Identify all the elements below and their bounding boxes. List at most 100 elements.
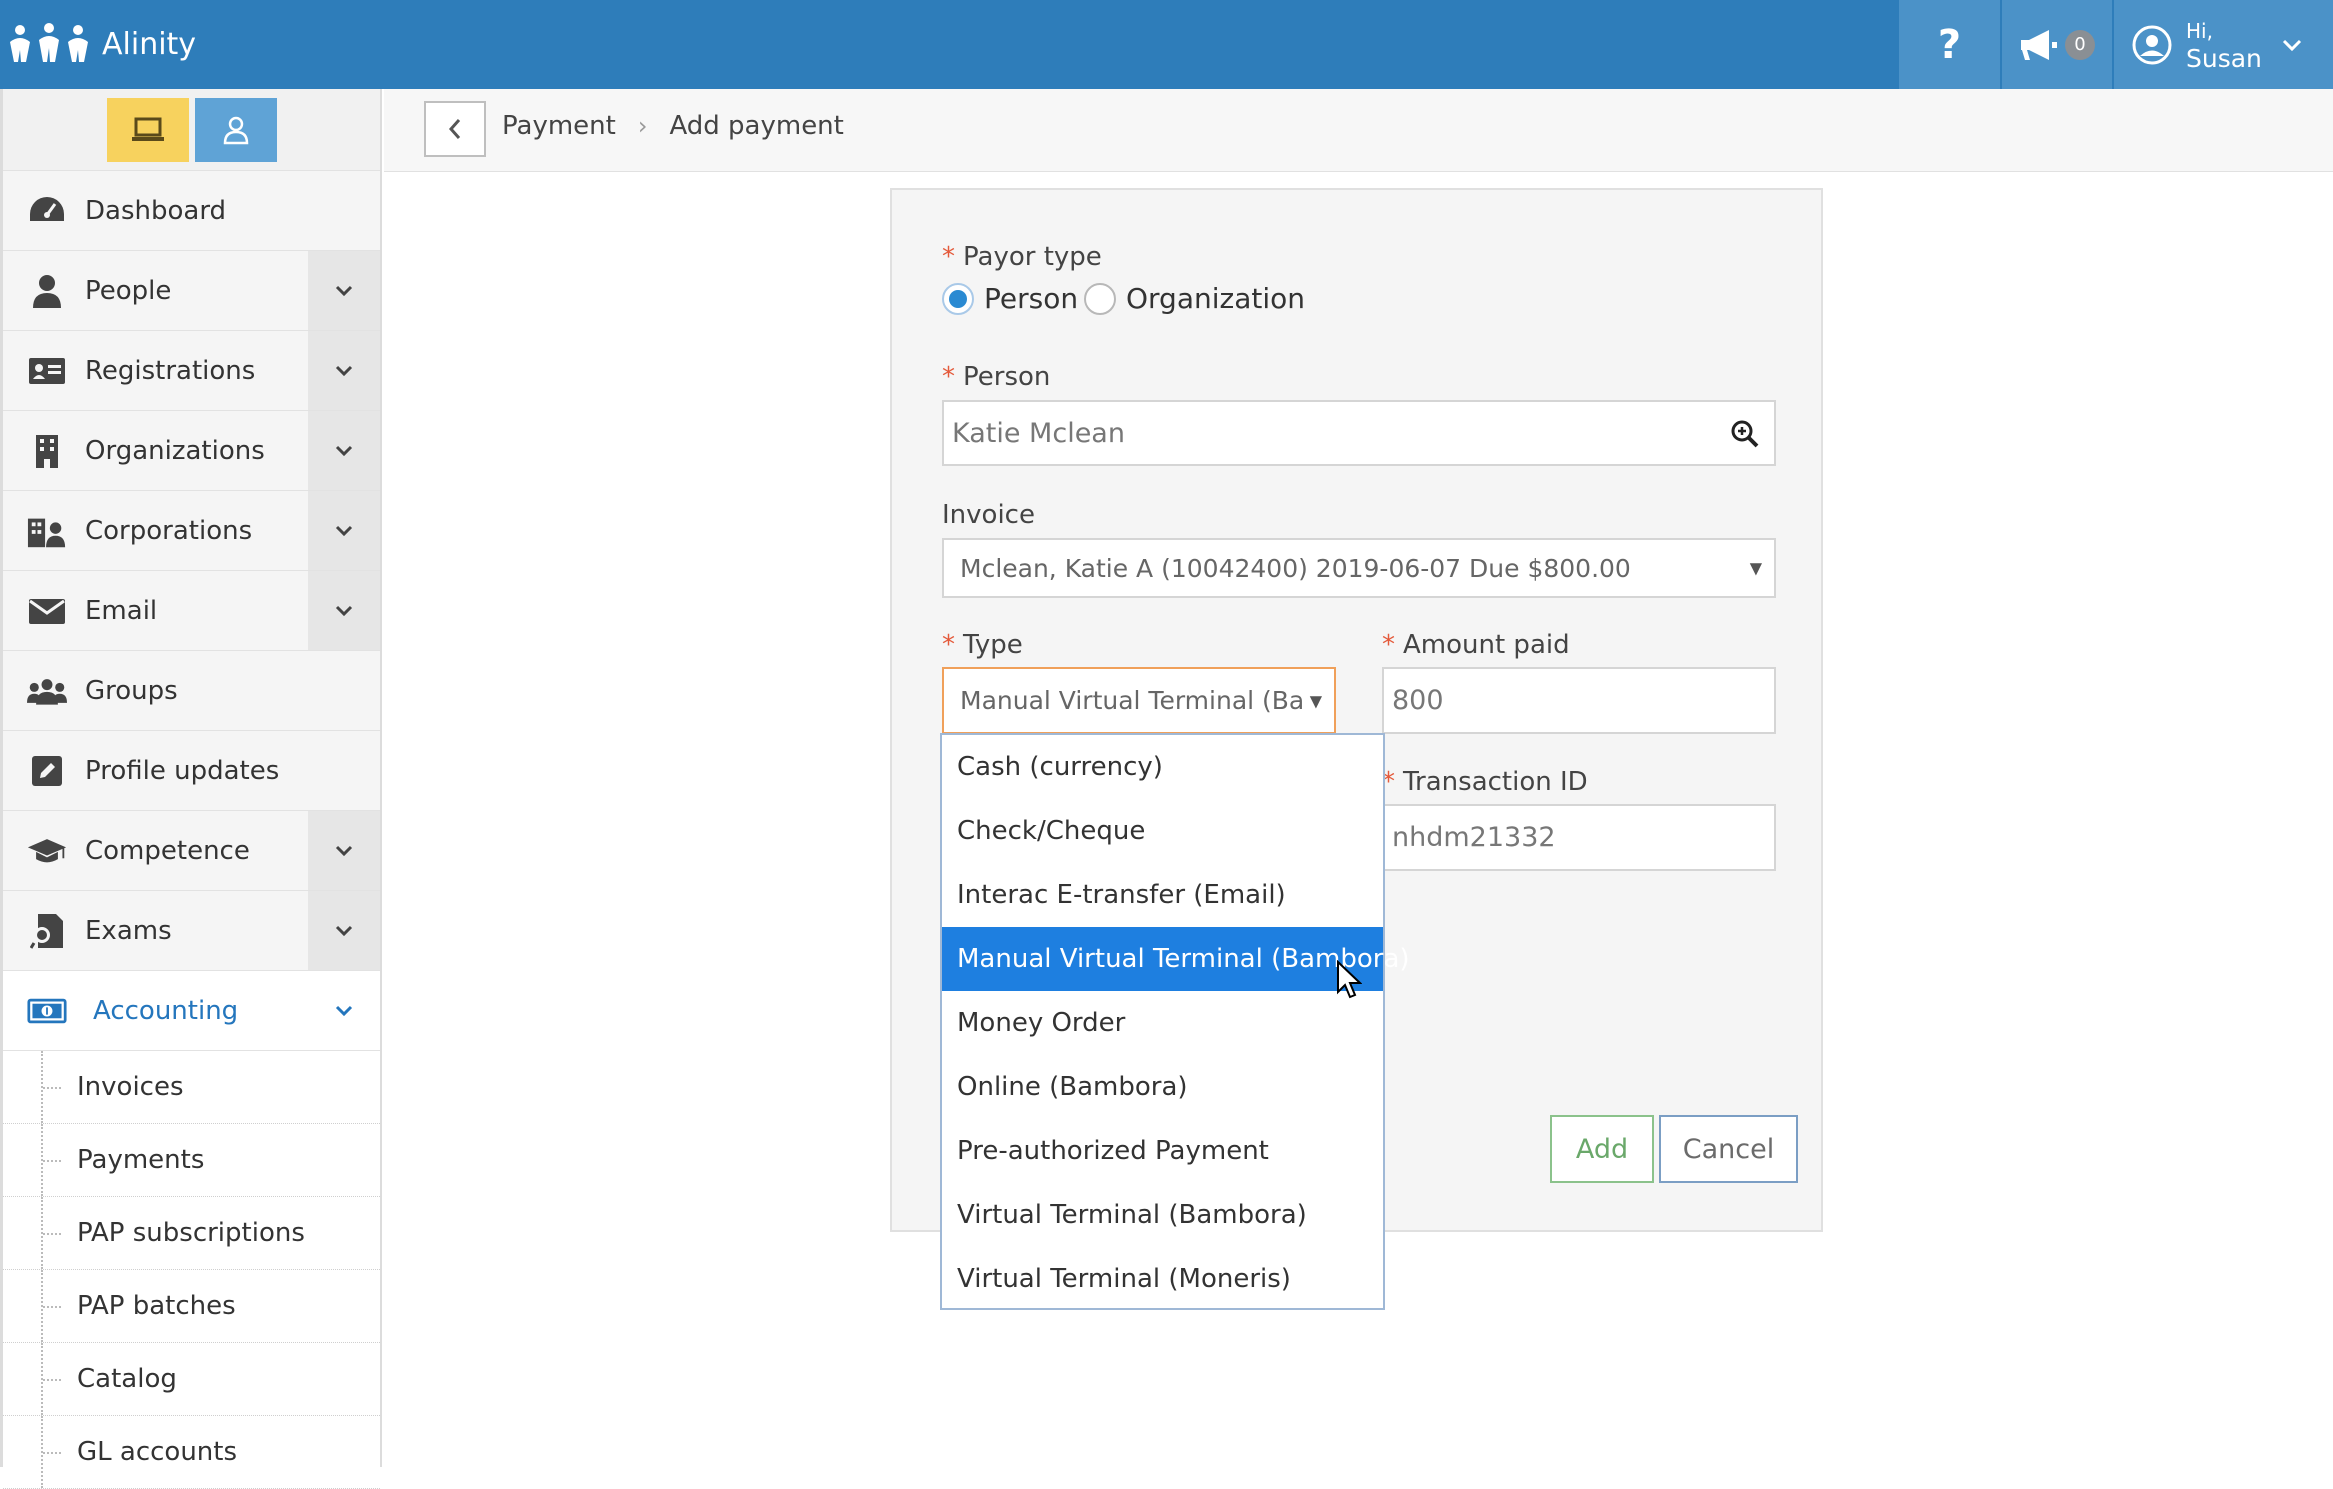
invoice-label: Invoice (942, 500, 1035, 530)
sidebar-subitem-catalog[interactable]: Catalog (3, 1343, 380, 1416)
invoice-select[interactable]: Mclean, Katie A (10042400) 2019-06-07 Du… (942, 538, 1776, 598)
sidebar-subitem-label: Invoices (77, 1072, 184, 1102)
type-option[interactable]: Online (Bambora) (942, 1055, 1383, 1119)
sidebar-subitem-invoices[interactable]: Invoices (3, 1051, 380, 1124)
type-option[interactable]: Money Order (942, 991, 1383, 1055)
user-outline-icon (223, 116, 248, 144)
type-label: * Type (942, 630, 1023, 660)
user-menu[interactable]: Hi, Susan (2114, 0, 2333, 89)
sidebar-item-label: Corporations (85, 515, 253, 546)
sidebar-item-email[interactable]: Email (3, 571, 380, 651)
breadcrumb-separator-icon: › (637, 112, 648, 140)
user-name: Susan (2186, 43, 2262, 73)
exam-icon (27, 911, 67, 951)
type-dropdown-list: Cash (currency) Check/Cheque Interac E-t… (940, 733, 1410, 1311)
payor-option-label: Person (984, 282, 1079, 315)
user-greeting: Hi, Susan (2186, 17, 2262, 73)
top-bar: Alinity ? 0 Hi, Susan (0, 0, 2333, 89)
megaphone-icon (2021, 29, 2057, 60)
zoom-search-icon[interactable] (1730, 419, 1760, 449)
chevron-down-icon[interactable] (308, 411, 380, 490)
sidebar-item-registrations[interactable]: Registrations (3, 331, 380, 411)
app-logo[interactable]: Alinity (6, 22, 196, 66)
transaction-id-label-text: Transaction ID (1403, 767, 1588, 797)
breadcrumb-payment[interactable]: Payment (502, 111, 616, 141)
id-card-icon (27, 351, 67, 391)
sidebar-item-profile-updates[interactable]: Profile updates (3, 731, 380, 811)
transaction-id-input[interactable]: nhdm21332 (1382, 804, 1776, 871)
required-marker: * (942, 630, 955, 660)
sidebar-subitem-pap-subscriptions[interactable]: PAP subscriptions (3, 1197, 380, 1270)
chevron-down-icon[interactable] (308, 811, 380, 890)
person-icon (27, 271, 67, 311)
back-button[interactable] (424, 101, 486, 157)
alinity-logo-icon (10, 23, 88, 62)
edit-icon (27, 751, 67, 791)
sidebar-item-competence[interactable]: Competence (3, 811, 380, 891)
chevron-down-icon[interactable] (308, 251, 380, 330)
question-icon: ? (1937, 21, 1962, 68)
person-search-input[interactable]: Katie Mclean (942, 400, 1776, 466)
sidebar-item-organizations[interactable]: Organizations (3, 411, 380, 491)
mouse-cursor-icon (1337, 960, 1362, 999)
sidebar-item-label: Registrations (85, 355, 256, 386)
required-marker: * (942, 362, 955, 392)
dashboard-icon (27, 191, 67, 231)
sidebar-subitem-gl-accounts[interactable]: GL accounts (3, 1416, 380, 1489)
type-option[interactable]: Cash (currency) (942, 735, 1383, 799)
users-icon (27, 671, 67, 711)
announcements-count-badge: 0 (2065, 29, 2095, 60)
sidebar-item-label: Groups (85, 675, 178, 706)
payor-radio-person[interactable]: Person (942, 282, 1078, 315)
help-button[interactable]: ? (1899, 0, 2000, 89)
payor-radio-organization[interactable]: Organization (1084, 282, 1305, 315)
user-view-toggle[interactable] (194, 97, 277, 162)
announcements-button[interactable]: 0 (2002, 0, 2112, 89)
sidebar-subitem-payments[interactable]: Payments (3, 1124, 380, 1197)
sidebar-subitem-label: PAP subscriptions (77, 1218, 305, 1248)
sidebar-subitem-pap-batches[interactable]: PAP batches (3, 1270, 380, 1343)
sidebar-item-corporations[interactable]: Corporations (3, 491, 380, 571)
type-value: Manual Virtual Terminal (Ba (960, 686, 1305, 715)
payor-option-label: Organization (1126, 282, 1306, 315)
breadcrumb: Payment › Add payment (502, 111, 844, 141)
amount-paid-input[interactable]: 800 (1382, 667, 1776, 734)
caret-down-icon: ▼ (1749, 558, 1762, 578)
sidebar-item-groups[interactable]: Groups (3, 651, 380, 731)
chevron-down-icon[interactable] (308, 971, 380, 1050)
desktop-view-toggle[interactable] (106, 97, 189, 162)
sidebar-item-accounting[interactable]: Accounting (3, 971, 380, 1051)
type-option[interactable]: Pre-authorized Payment (942, 1119, 1383, 1183)
required-marker: * (1382, 630, 1395, 660)
chevron-down-icon[interactable] (308, 891, 380, 970)
payor-type-label-text: Payor type (963, 242, 1102, 272)
sidebar-item-exams[interactable]: Exams (3, 891, 380, 971)
sidebar-item-people[interactable]: People (3, 251, 380, 331)
type-option[interactable]: Check/Cheque (942, 799, 1383, 863)
type-option[interactable]: Virtual Terminal (Moneris) (942, 1247, 1383, 1311)
type-option-highlighted[interactable]: Manual Virtual Terminal (Bambora) (942, 927, 1410, 991)
breadcrumb-bar: Payment › Add payment (384, 89, 2333, 172)
sidebar-item-label: People (85, 275, 172, 306)
invoice-value: Mclean, Katie A (10042400) 2019-06-07 Du… (960, 553, 1631, 583)
type-option[interactable]: Virtual Terminal (Bambora) (942, 1183, 1383, 1247)
sidebar-subitem-label: PAP batches (77, 1291, 236, 1321)
type-select[interactable]: Manual Virtual Terminal (Ba ▼ (942, 667, 1336, 734)
chevron-down-icon[interactable] (308, 491, 380, 570)
chevron-down-icon[interactable] (308, 331, 380, 410)
radio-unselected-icon (1084, 282, 1116, 315)
amount-paid-label-text: Amount paid (1403, 630, 1570, 660)
sidebar-item-label: Accounting (93, 995, 239, 1026)
person-label: * Person (942, 362, 1050, 392)
user-circle-icon (2132, 25, 2172, 64)
add-button[interactable]: Add (1550, 1115, 1654, 1183)
app-name: Alinity (102, 26, 197, 62)
cancel-button[interactable]: Cancel (1659, 1115, 1798, 1183)
transaction-id-label: * Transaction ID (1382, 767, 1588, 797)
sidebar-item-label: Dashboard (85, 195, 227, 226)
sidebar-item-dashboard[interactable]: Dashboard (3, 171, 380, 251)
chevron-down-icon[interactable] (308, 571, 380, 650)
type-option[interactable]: Interac E-transfer (Email) (942, 863, 1383, 927)
sidebar-item-label: Exams (85, 915, 172, 946)
chevron-down-icon (2282, 39, 2301, 51)
